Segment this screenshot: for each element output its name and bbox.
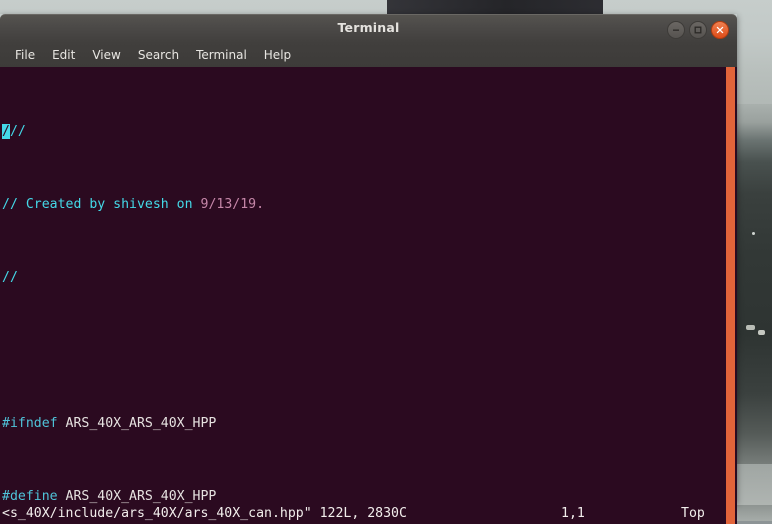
menu-item-view[interactable]: View: [85, 46, 127, 64]
status-cursor-position: 1,1: [561, 506, 585, 521]
scrollbar-thumb-extension[interactable]: [726, 504, 735, 524]
menu-item-file[interactable]: File: [8, 46, 42, 64]
close-icon[interactable]: [711, 21, 729, 39]
wallpaper-speck: [746, 325, 755, 330]
terminal-window[interactable]: Terminal File Edit View Search Terminal …: [0, 14, 737, 524]
text-cursor: /: [2, 123, 10, 139]
window-controls: [667, 21, 729, 39]
minimize-icon[interactable]: [667, 21, 685, 39]
vim-status-line: <s_40X/include/ars_40X/ars_40X_can.hpp" …: [0, 504, 737, 524]
window-title: Terminal: [337, 20, 400, 35]
wallpaper-dark-patch: [387, 0, 603, 14]
maximize-icon[interactable]: [689, 21, 707, 39]
code-token-date: 9/13/19.: [200, 196, 265, 212]
code-token-directive: #define: [2, 488, 58, 504]
wallpaper-ground-texture: [736, 104, 772, 464]
menu-item-search[interactable]: Search: [131, 46, 186, 64]
scrollbar-thumb[interactable]: [726, 67, 735, 504]
code-line: ///: [2, 123, 343, 141]
status-filename: <s_40X/include/ars_40X/ars_40X_can.hpp" …: [2, 506, 407, 521]
code-editor-text[interactable]: /// // Created by shivesh on 9/13/19. //…: [0, 67, 343, 504]
code-token-comment: //: [9, 123, 26, 139]
code-token-macro: ARS_40X_ARS_40X_HPP: [57, 415, 217, 431]
code-token-comment: //: [2, 269, 18, 285]
code-line: #ifndef ARS_40X_ARS_40X_HPP: [2, 415, 343, 433]
code-line: //: [2, 269, 343, 287]
code-line: #define ARS_40X_ARS_40X_HPP: [2, 488, 343, 504]
terminal-content[interactable]: /// // Created by shivesh on 9/13/19. //…: [0, 67, 737, 504]
code-line: // Created by shivesh on 9/13/19.: [2, 196, 343, 214]
code-token-macro: ARS_40X_ARS_40X_HPP: [57, 488, 217, 504]
menu-item-terminal[interactable]: Terminal: [189, 46, 254, 64]
wallpaper-speck: [758, 330, 765, 335]
wallpaper-speck: [752, 232, 755, 235]
titlebar[interactable]: Terminal: [0, 14, 737, 43]
status-scroll-indicator: Top: [681, 506, 705, 521]
menu-item-help[interactable]: Help: [257, 46, 298, 64]
terminal-scrollbar[interactable]: [726, 67, 735, 504]
menu-item-edit[interactable]: Edit: [45, 46, 82, 64]
code-token-directive: #ifndef: [2, 415, 58, 431]
menubar[interactable]: File Edit View Search Terminal Help: [0, 43, 737, 67]
code-token-comment: // Created by shivesh on: [2, 196, 201, 212]
